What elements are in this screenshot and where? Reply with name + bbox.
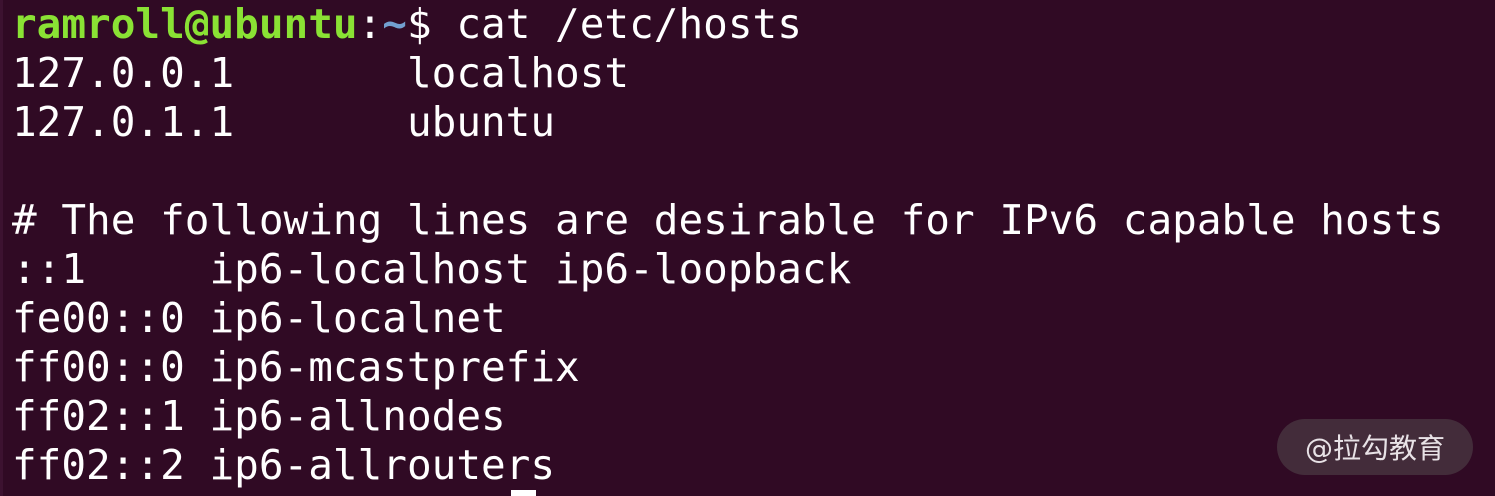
prompt-user-host: ramroll@ubuntu: [12, 0, 358, 48]
watermark-badge: @拉勾教育: [1276, 419, 1473, 475]
output-line: ff02::1 ip6-allnodes: [12, 392, 506, 440]
output-line: ff02::2 ip6-allrouters: [12, 441, 556, 489]
prompt-colon: :: [357, 0, 383, 48]
terminal-window[interactable]: ramroll@ubuntu:~$ cat /etc/hosts 127.0.0…: [0, 0, 1495, 496]
output-line: fe00::0 ip6-localnet: [12, 294, 506, 342]
output-line: # The following lines are desirable for …: [12, 196, 1444, 244]
prompt-line: ramroll@ubuntu:~$ cat /etc/hosts: [12, 0, 1444, 49]
output-line: ff00::0 ip6-mcastprefix: [12, 343, 580, 391]
watermark-text: @拉勾教育: [1304, 432, 1445, 465]
command-text: cat /etc/hosts: [431, 0, 802, 48]
terminal-output: ramroll@ubuntu:~$ cat /etc/hosts 127.0.0…: [12, 0, 1444, 490]
text-cursor: [511, 490, 536, 496]
output-line: 127.0.1.1 ubuntu: [12, 98, 556, 146]
output-line: 127.0.0.1 localhost: [12, 49, 630, 97]
prompt-path: ~: [382, 0, 407, 48]
prompt-symbol: $: [406, 0, 432, 48]
window-edge: [0, 0, 3, 496]
output-line: ::1 ip6-localhost ip6-loopback: [12, 245, 852, 293]
